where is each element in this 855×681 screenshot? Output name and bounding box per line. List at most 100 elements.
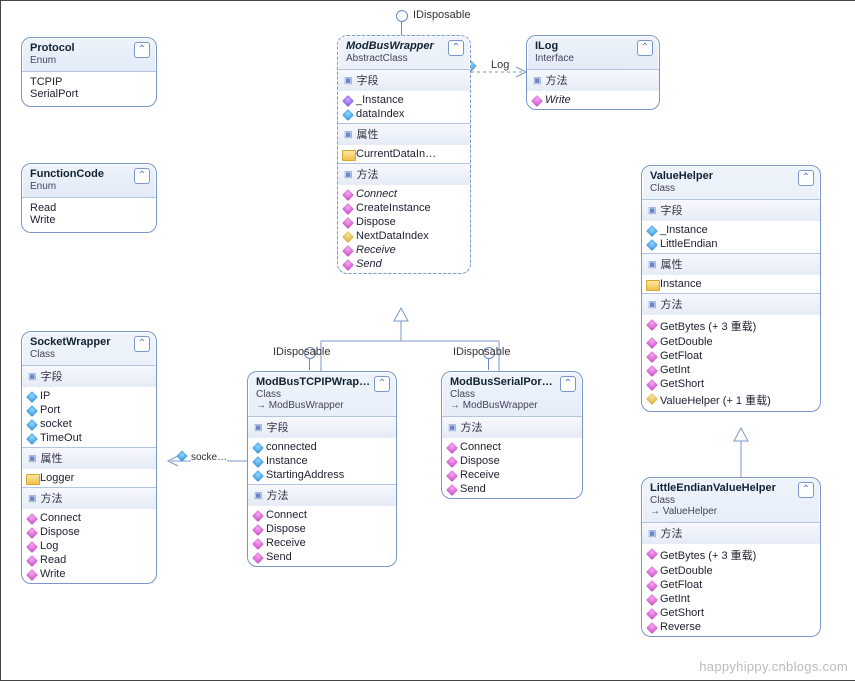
lollipop-label-idisposable: IDisposable [453, 346, 510, 358]
class-kind: Enum [30, 181, 148, 192]
field-icon [646, 239, 658, 251]
method-icon [646, 379, 658, 391]
class-kind: Class [450, 389, 574, 400]
field-icon [252, 442, 264, 454]
section-title[interactable]: 属性 [642, 254, 820, 275]
section-fields: 字段 _Instance LittleEndian [642, 199, 820, 253]
section-title[interactable]: 方法 [442, 417, 582, 438]
method-item: Log [22, 539, 156, 553]
class-base: ModBusWrapper [256, 400, 388, 411]
section-title[interactable]: 属性 [338, 124, 470, 145]
section-title[interactable]: 方法 [248, 485, 396, 506]
class-box-modbustcp[interactable]: ModBusTCPIPWrap… Class ModBusWrapper ⌃ 字… [247, 371, 397, 567]
section-methods: 方法 GetBytes (+ 3 重载) GetDouble GetFloat … [642, 522, 820, 636]
method-icon [531, 95, 543, 107]
section-title[interactable]: 方法 [527, 70, 659, 91]
section-title[interactable]: 字段 [338, 70, 470, 91]
class-box-valuehelper[interactable]: ValueHelper Class ⌃ 字段 _Instance LittleE… [641, 165, 821, 412]
class-box-modbusserial[interactable]: ModBusSerialPor… Class ModBusWrapper ⌃ 方… [441, 371, 583, 499]
method-icon [252, 538, 264, 550]
class-box-ilog[interactable]: ILog Interface ⌃ 方法 Write [526, 35, 660, 110]
method-item: NextDataIndex [338, 229, 470, 243]
method-icon [646, 351, 658, 363]
collapse-icon[interactable]: ⌃ [798, 170, 814, 186]
method-item: GetShort [642, 377, 820, 391]
collapse-icon[interactable]: ⌃ [134, 168, 150, 184]
section-title[interactable]: 字段 [22, 366, 156, 387]
enum-item: Write [30, 214, 148, 226]
field-item: dataIndex [338, 107, 470, 121]
method-item: GetFloat [642, 578, 820, 592]
method-item: GetInt [642, 592, 820, 606]
class-name: Protocol [30, 42, 148, 54]
class-kind: Class [650, 495, 812, 506]
section-methods: 方法 Connect Dispose Log Read Write [22, 487, 156, 583]
lollipop-stick [488, 358, 489, 370]
section-methods: 方法 Connect CreateInstance Dispose NextDa… [338, 163, 470, 273]
method-icon [26, 541, 38, 553]
field-item: LittleEndian [642, 237, 820, 251]
collapse-icon[interactable]: ⌃ [560, 376, 576, 392]
section-title[interactable]: 字段 [642, 200, 820, 221]
method-item: Dispose [248, 522, 396, 536]
method-icon [342, 231, 354, 243]
class-name: ValueHelper [650, 170, 812, 182]
class-kind: AbstractClass [346, 53, 462, 64]
collapse-icon[interactable]: ⌃ [448, 40, 464, 56]
method-icon [252, 510, 264, 522]
class-box-functioncode[interactable]: FunctionCode Enum ⌃ Read Write [21, 163, 157, 233]
method-item: Dispose [442, 454, 582, 468]
box-header: ValueHelper Class ⌃ [642, 166, 820, 199]
enum-items: Read Write [22, 197, 156, 232]
lollipop-idisposable-wrapper [396, 10, 408, 22]
field-item: socket [22, 417, 156, 431]
collapse-icon[interactable]: ⌃ [134, 336, 150, 352]
method-item: Reverse [642, 620, 820, 634]
field-item: Port [22, 403, 156, 417]
field-icon [26, 433, 38, 445]
method-icon [26, 527, 38, 539]
section-title[interactable]: 属性 [22, 448, 156, 469]
field-icon [26, 419, 38, 431]
class-kind: Enum [30, 55, 148, 66]
method-item: Write [527, 93, 659, 107]
method-item: Connect [338, 187, 470, 201]
collapse-icon[interactable]: ⌃ [798, 482, 814, 498]
method-icon [646, 365, 658, 377]
class-box-littleendian[interactable]: LittleEndianValueHelper Class ValueHelpe… [641, 477, 821, 637]
method-item: GetBytes (+ 3 重载) [642, 317, 820, 335]
field-icon [646, 225, 658, 237]
method-icon [646, 594, 658, 606]
method-item: Send [248, 550, 396, 564]
collapse-icon[interactable]: ⌃ [374, 376, 390, 392]
property-icon [646, 280, 660, 291]
field-item: _Instance [338, 93, 470, 107]
method-icon [446, 484, 458, 496]
section-methods: 方法 Write [527, 69, 659, 109]
collapse-icon[interactable]: ⌃ [134, 42, 150, 58]
section-methods: 方法 Connect Dispose Receive Send [442, 416, 582, 498]
method-item: Receive [338, 243, 470, 257]
section-title[interactable]: 方法 [642, 523, 820, 544]
method-item: Connect [442, 440, 582, 454]
method-item: Dispose [22, 525, 156, 539]
section-methods: 方法 Connect Dispose Receive Send [248, 484, 396, 566]
field-icon [342, 95, 354, 107]
log-label: Log [491, 59, 509, 71]
section-fields: 字段 connected Instance StartingAddress [248, 416, 396, 484]
method-icon [342, 189, 354, 201]
section-methods: 方法 GetBytes (+ 3 重载) GetDouble GetFloat … [642, 293, 820, 411]
field-item: connected [248, 440, 396, 454]
prop-item: Instance [642, 277, 820, 291]
method-item: GetInt [642, 363, 820, 377]
section-title[interactable]: 字段 [248, 417, 396, 438]
collapse-icon[interactable]: ⌃ [637, 40, 653, 56]
section-title[interactable]: 方法 [22, 488, 156, 509]
class-box-protocol[interactable]: Protocol Enum ⌃ TCPIP SerialPort [21, 37, 157, 107]
class-box-modbuswrapper[interactable]: ModBusWrapper AbstractClass ⌃ 字段 _Instan… [337, 35, 471, 274]
section-title[interactable]: 方法 [338, 164, 470, 185]
class-box-socketwrapper[interactable]: SocketWrapper Class ⌃ 字段 IP Port socket … [21, 331, 157, 584]
section-props: 属性 Instance [642, 253, 820, 293]
section-title[interactable]: 方法 [642, 294, 820, 315]
class-name: ModBusSerialPor… [450, 376, 574, 388]
